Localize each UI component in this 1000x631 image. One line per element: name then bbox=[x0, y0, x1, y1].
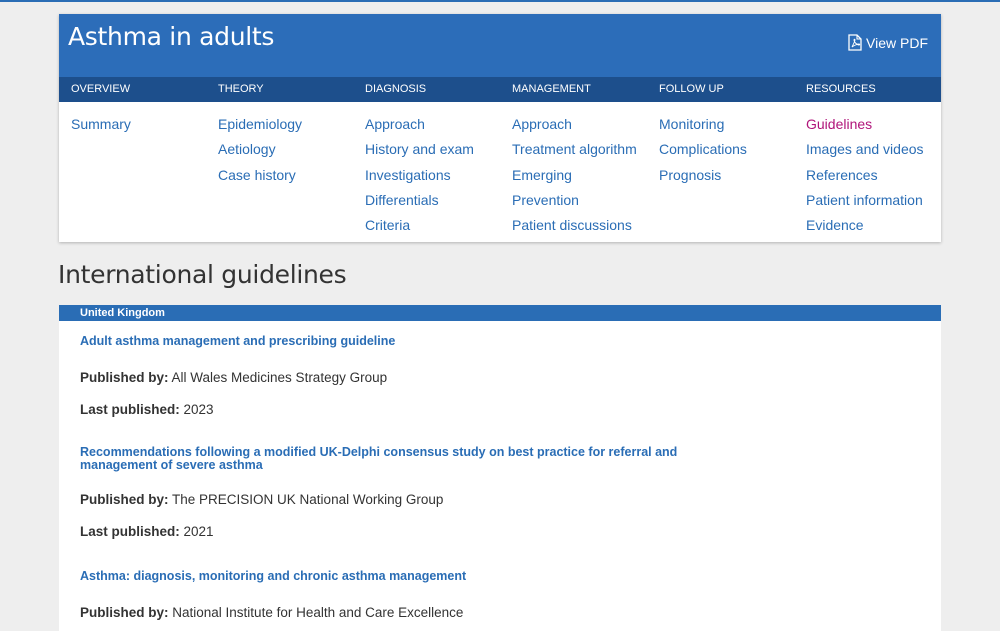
nav-link-aetiology[interactable]: Aetiology bbox=[218, 137, 353, 162]
published-by-label: Published by: bbox=[80, 370, 169, 385]
nav-column: Monitoring Complications Prognosis bbox=[647, 112, 794, 238]
publisher-name: All Wales Medicines Strategy Group bbox=[168, 370, 388, 385]
published-by: Published by: The PRECISION UK National … bbox=[80, 492, 443, 507]
nav-link-references[interactable]: References bbox=[806, 163, 941, 188]
nav-headings-bar: OVERVIEW THEORY DIAGNOSIS MANAGEMENT FOLLOW … bbox=[59, 77, 941, 102]
nav-link-criteria[interactable]: Criteria bbox=[365, 213, 500, 238]
nav-link-patient-information[interactable]: Patient information bbox=[806, 188, 941, 213]
nav-heading-management: MANAGEMENT bbox=[512, 83, 591, 95]
published-by: Published by: National Institute for Hea… bbox=[80, 605, 463, 620]
page-title: International guidelines bbox=[58, 260, 347, 289]
nav-link-summary[interactable]: Summary bbox=[71, 112, 206, 137]
guideline-item: Asthma: diagnosis, monitoring and chroni… bbox=[80, 570, 720, 621]
region-header: United Kingdom bbox=[59, 305, 941, 321]
nav-link-case-history[interactable]: Case history bbox=[218, 163, 353, 188]
nav-column: Approach History and exam Investigations Di… bbox=[353, 112, 500, 238]
nav-column: Approach Treatment algorithm Emerging Preve… bbox=[500, 112, 647, 238]
nav-column: Guidelines Images and videos References Pat… bbox=[794, 112, 941, 238]
published-year: 2023 bbox=[179, 402, 214, 417]
guideline-item: Recommendations following a modified UK-… bbox=[80, 446, 720, 540]
guideline-title-link[interactable]: Asthma: diagnosis, monitoring and chroni… bbox=[80, 570, 720, 583]
topic-title: Asthma in adults bbox=[68, 22, 275, 51]
nav-link-prognosis[interactable]: Prognosis bbox=[659, 163, 794, 188]
nav-heading-diagnosis: DIAGNOSIS bbox=[365, 83, 427, 95]
nav-links: Summary Epidemiology Aetiology Case history… bbox=[59, 102, 941, 238]
publisher-name: The PRECISION UK National Working Group bbox=[168, 492, 444, 507]
guideline-title-link[interactable]: Recommendations following a modified UK-… bbox=[80, 446, 720, 472]
nav-heading-overview: OVERVIEW bbox=[71, 83, 131, 95]
nav-heading-theory: THEORY bbox=[218, 83, 264, 95]
last-published: Last published: 2023 bbox=[80, 402, 214, 417]
nav-link-images-and-videos[interactable]: Images and videos bbox=[806, 137, 941, 162]
nav-heading-resources: RESOURCES bbox=[806, 83, 876, 95]
nav-link-epidemiology[interactable]: Epidemiology bbox=[218, 112, 353, 137]
topic-header: Asthma in adults View PDF bbox=[59, 14, 941, 77]
pdf-file-icon bbox=[848, 34, 862, 51]
nav-column: Epidemiology Aetiology Case history bbox=[206, 112, 353, 238]
nav-link-emerging[interactable]: Emerging bbox=[512, 163, 647, 188]
nav-column: Summary bbox=[59, 112, 206, 238]
nav-link-evidence[interactable]: Evidence bbox=[806, 213, 941, 238]
guidelines-card: United Kingdom Adult asthma management a… bbox=[59, 305, 941, 631]
published-by-label: Published by: bbox=[80, 492, 169, 507]
nav-link-patient-discussions[interactable]: Patient discussions bbox=[512, 213, 647, 238]
published-by-label: Published by: bbox=[80, 605, 169, 620]
nav-link-guidelines[interactable]: Guidelines bbox=[806, 112, 941, 137]
nav-heading-follow-up: FOLLOW UP bbox=[659, 83, 724, 95]
nav-link-treatment-algorithm[interactable]: Treatment algorithm bbox=[512, 137, 647, 162]
nav-link-prevention[interactable]: Prevention bbox=[512, 188, 647, 213]
nav-link-approach[interactable]: Approach bbox=[365, 112, 500, 137]
last-published-label: Last published: bbox=[80, 524, 180, 539]
nav-link-monitoring[interactable]: Monitoring bbox=[659, 112, 794, 137]
last-published: Last published: 2021 bbox=[80, 524, 214, 539]
nav-link-history-and-exam[interactable]: History and exam bbox=[365, 137, 500, 162]
guideline-item: Adult asthma management and prescribing … bbox=[80, 335, 720, 418]
nav-link-investigations[interactable]: Investigations bbox=[365, 163, 500, 188]
published-by: Published by: All Wales Medicines Strate… bbox=[80, 370, 387, 385]
nav-link-approach[interactable]: Approach bbox=[512, 112, 647, 137]
view-pdf-button[interactable]: View PDF bbox=[848, 34, 928, 51]
nav-link-complications[interactable]: Complications bbox=[659, 137, 794, 162]
guideline-title-link[interactable]: Adult asthma management and prescribing … bbox=[80, 335, 720, 348]
view-pdf-label: View PDF bbox=[866, 34, 928, 51]
last-published-label: Last published: bbox=[80, 402, 180, 417]
topic-card: Asthma in adults View PDF OVERVIEW THEORY… bbox=[59, 14, 941, 242]
publisher-name: National Institute for Health and Care E… bbox=[168, 605, 464, 620]
published-year: 2021 bbox=[179, 524, 214, 539]
nav-link-differentials[interactable]: Differentials bbox=[365, 188, 500, 213]
